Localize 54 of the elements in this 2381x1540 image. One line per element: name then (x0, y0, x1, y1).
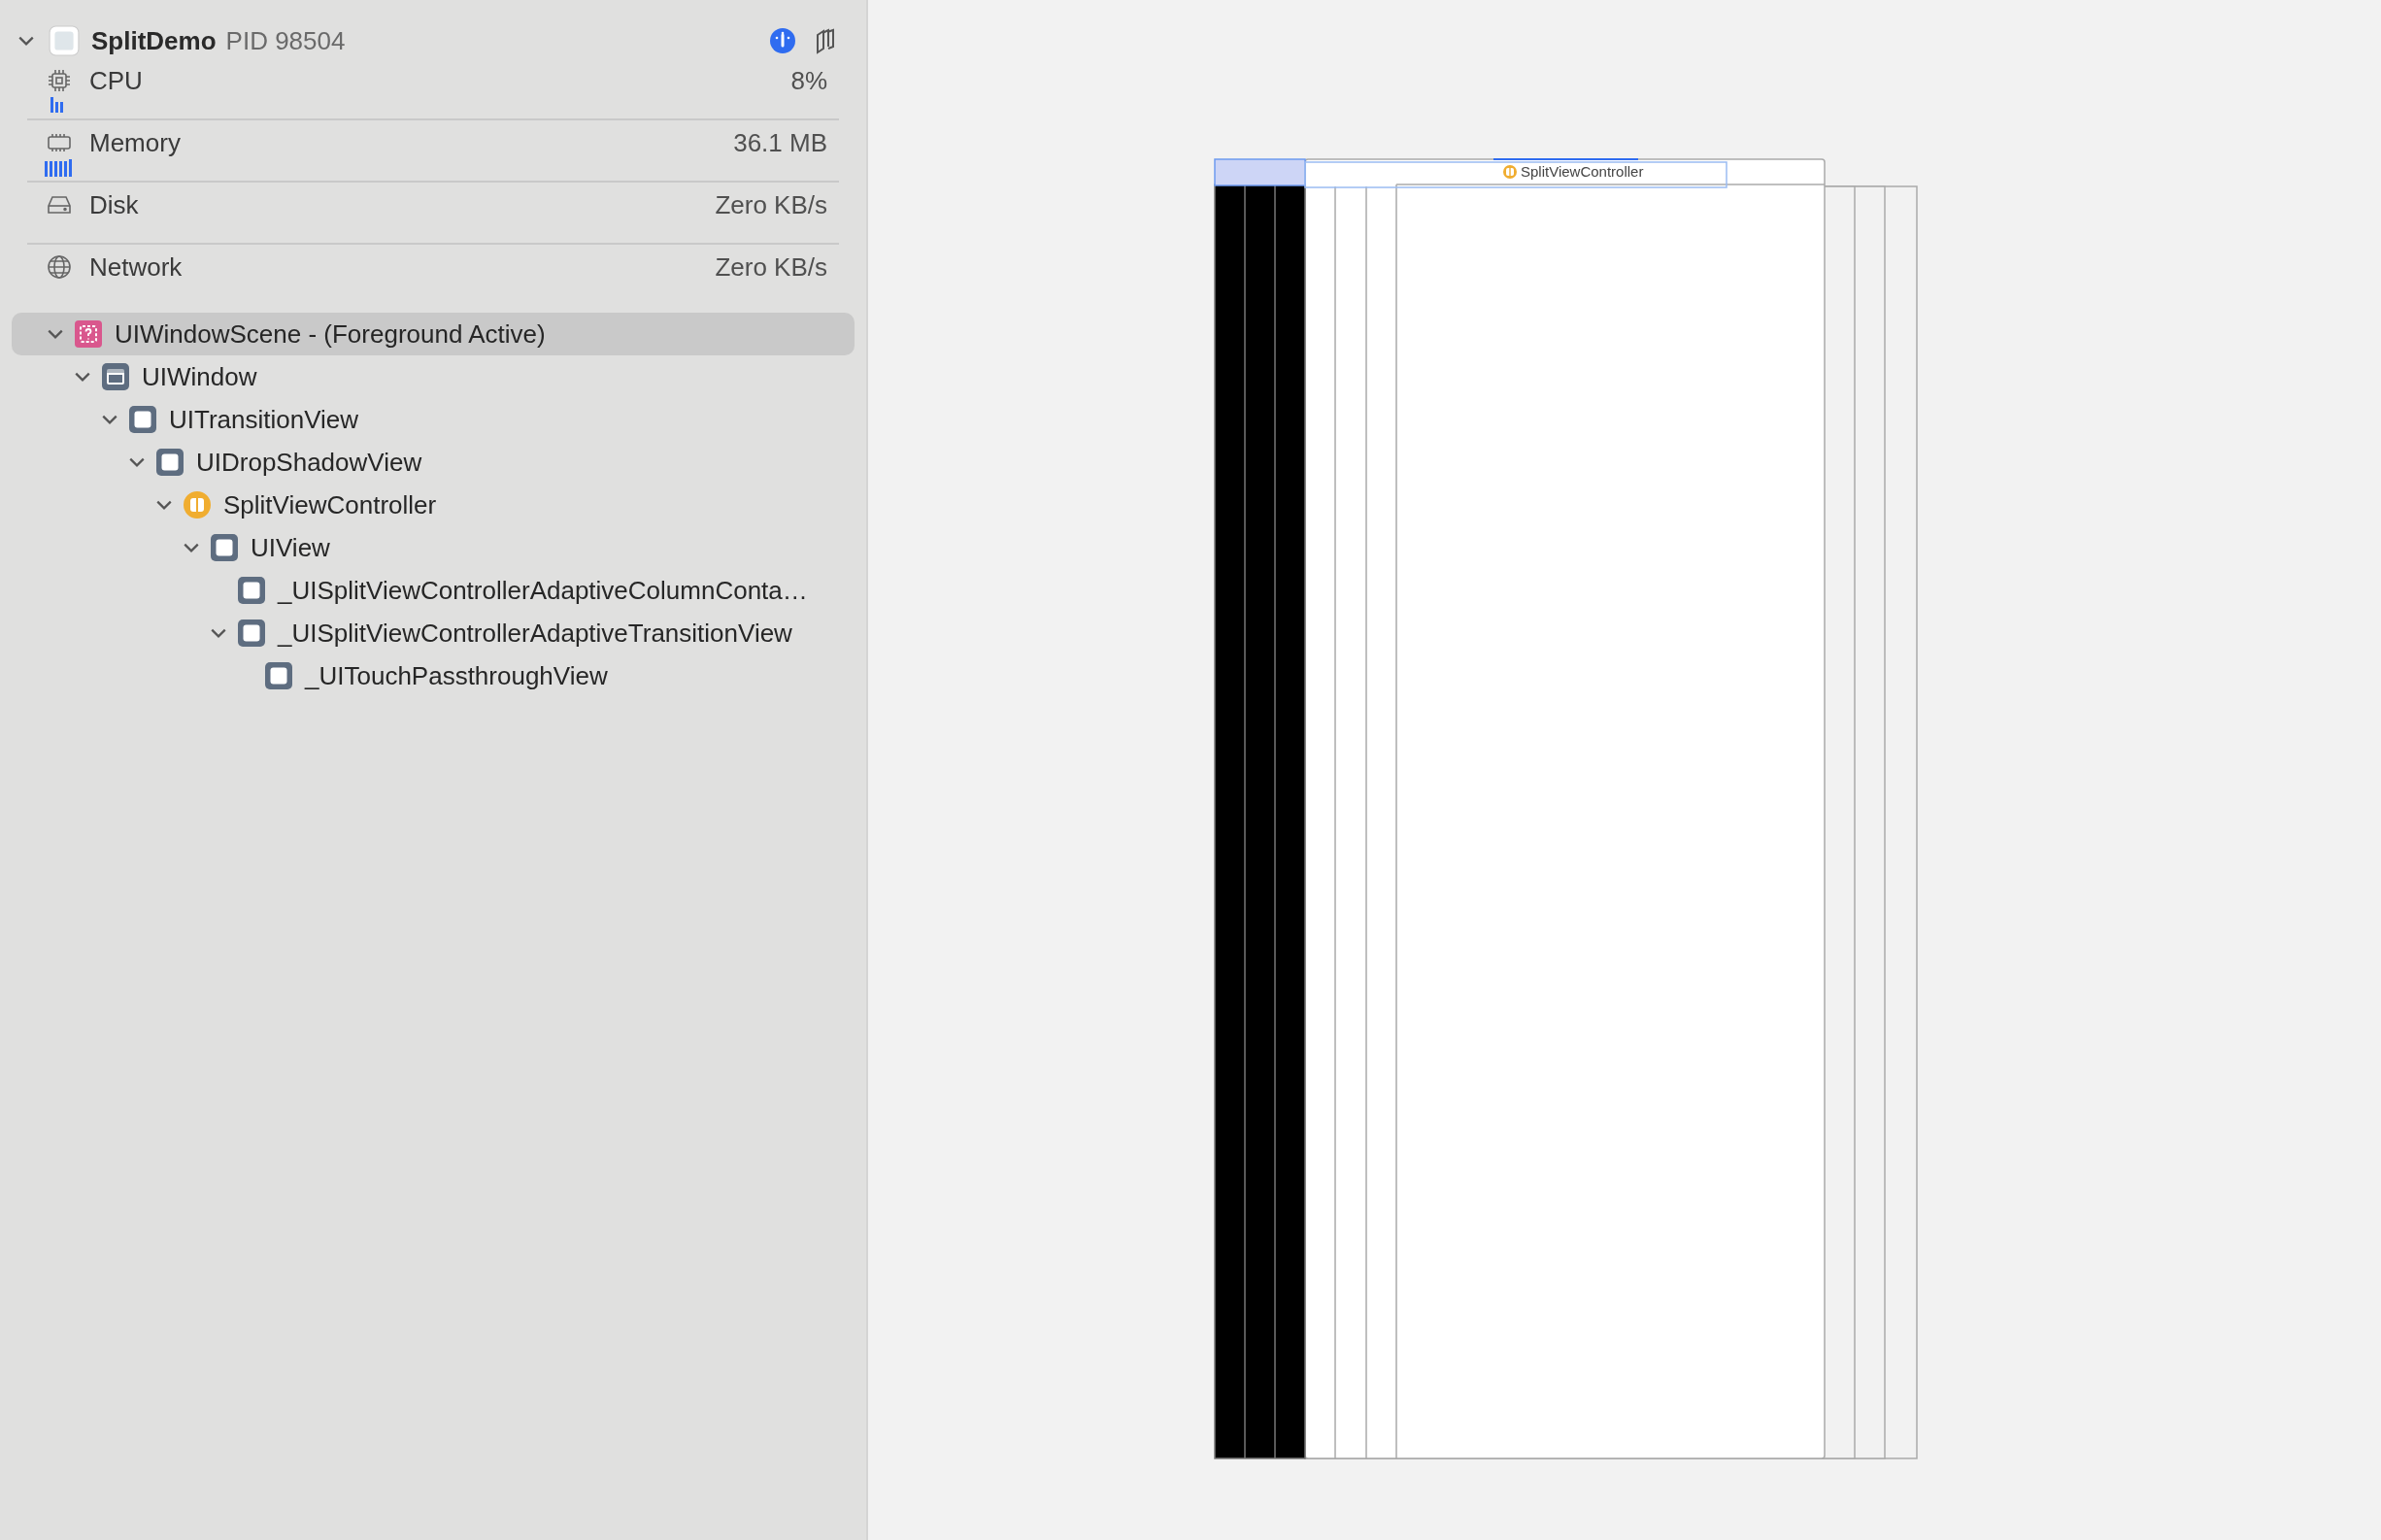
tree-item-label: UIView (251, 532, 330, 563)
tree-item-label: SplitViewController (223, 489, 437, 520)
tree-row[interactable]: UIWindowScene - (Foreground Active) (12, 313, 855, 355)
process-name: SplitDemo (91, 25, 217, 56)
metric-label: CPU (89, 65, 143, 96)
metric-label: Disk (89, 189, 139, 220)
chevron-icon[interactable] (17, 35, 35, 47)
tree-row[interactable]: UIDropShadowView (12, 441, 855, 484)
disclosure-chevron-icon[interactable] (155, 499, 173, 511)
disclosure-chevron-icon[interactable] (128, 456, 146, 468)
tree-row[interactable]: UIView (12, 526, 855, 569)
metric-label: Network (89, 251, 183, 283)
tree-row[interactable]: SplitViewController (12, 484, 855, 526)
globe-icon (47, 254, 72, 280)
view-icon (237, 576, 266, 605)
view-icon (155, 448, 184, 477)
tree-item-label: _UISplitViewControllerAdaptiveColumnConta… (278, 575, 808, 606)
tree-item-label: UITransitionView (169, 404, 359, 435)
view-hierarchy-drawing[interactable] (1214, 158, 1918, 1459)
chip-icon (47, 68, 72, 93)
disclosure-chevron-icon[interactable] (47, 328, 64, 340)
app-icon (49, 25, 80, 56)
tree-row[interactable]: _UISplitViewControllerAdaptiveColumnConta… (12, 569, 855, 612)
tree-item-label: UIWindowScene - (Foreground Active) (115, 318, 546, 350)
controller-icon (1503, 165, 1517, 179)
tree-item-label: UIDropShadowView (196, 447, 422, 478)
metric-value: 36.1 MB (733, 127, 827, 158)
view-icon (210, 533, 239, 562)
scene-icon (74, 319, 103, 349)
tree-row[interactable]: UITransitionView (12, 398, 855, 441)
metric-value: Zero KB/s (715, 189, 827, 220)
metric-value: Zero KB/s (715, 251, 827, 283)
view-icon (237, 619, 266, 648)
disclosure-chevron-icon[interactable] (210, 627, 227, 639)
tree-item-label: _UISplitViewControllerAdaptiveTransitionView (278, 618, 792, 649)
metric-value: 8% (790, 65, 827, 96)
view-icon (128, 405, 157, 434)
metric-label: Memory (89, 127, 181, 158)
memory-usage-graph-icon (45, 159, 72, 177)
view-icon (264, 661, 293, 690)
disclosure-chevron-icon[interactable] (183, 542, 200, 553)
tree-row[interactable]: _UISplitViewControllerAdaptiveTransitionView (12, 612, 855, 654)
tree-item-label: UIWindow (142, 361, 257, 392)
window-icon (101, 362, 130, 391)
disclosure-chevron-icon[interactable] (74, 371, 91, 383)
view-label: SplitViewController (1521, 163, 1644, 180)
disclosure-chevron-icon[interactable] (101, 414, 118, 425)
cpu-usage-graph-icon (50, 97, 64, 113)
gauge-icon[interactable] (769, 27, 796, 54)
tree-row[interactable]: UIWindow (12, 355, 855, 398)
tree-item-label: _UITouchPassthroughView (305, 660, 608, 691)
tree-row[interactable]: _UITouchPassthroughView (12, 654, 855, 697)
process-id: PID 98504 (225, 25, 346, 56)
controller-icon (183, 490, 212, 519)
